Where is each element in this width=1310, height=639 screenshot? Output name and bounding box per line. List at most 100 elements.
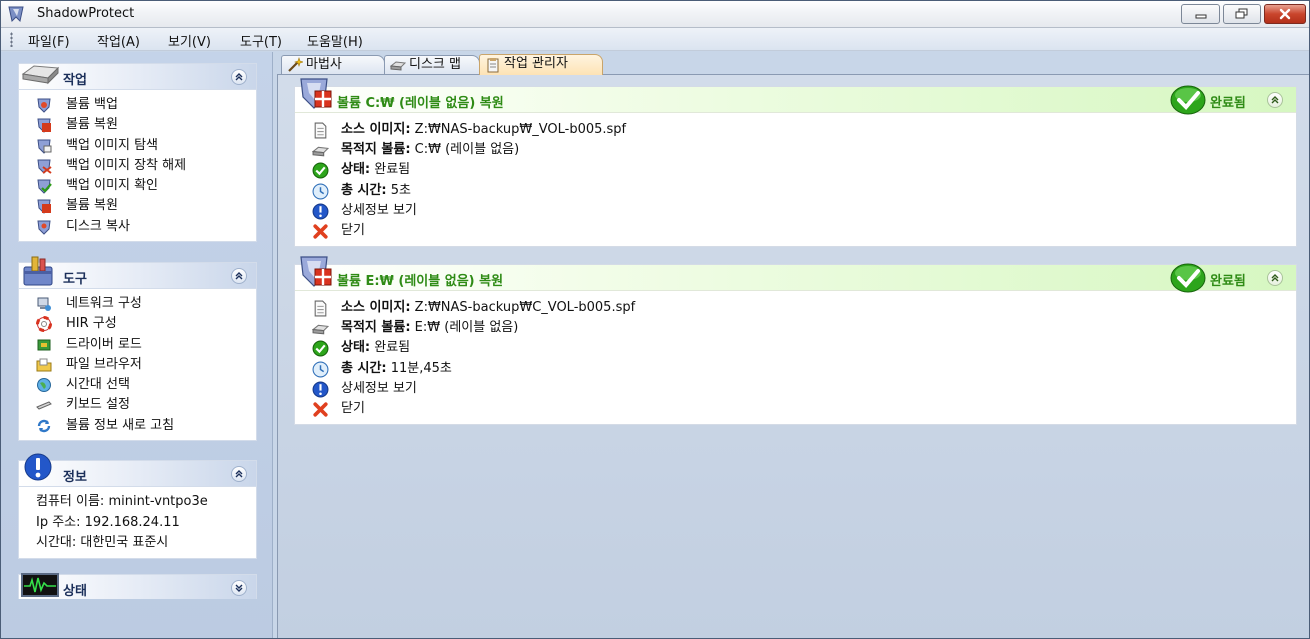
minimize-button[interactable]: [1181, 4, 1220, 24]
chevron-double-up-icon: [1271, 96, 1279, 104]
task-dismount-image[interactable]: 백업 이미지 장착 해제: [19, 156, 256, 176]
info-icon: [312, 203, 329, 220]
check-icon: [312, 162, 329, 179]
tools-panel-header[interactable]: 도구: [19, 256, 256, 289]
tools-panel-title: 도구: [63, 272, 87, 287]
status-panel-header[interactable]: 상태: [19, 573, 256, 599]
tool-network-config[interactable]: 네트워크 구성: [19, 294, 256, 314]
close-icon: [1279, 8, 1291, 20]
check-circle-icon: [1170, 263, 1206, 293]
job-close-link[interactable]: 닫기: [295, 399, 1296, 419]
disk-icon: [390, 61, 406, 71]
tasks-panel: 작업 볼륨 백업 볼륨 복원 백업 이미지 탐색 백업 이미지 장착 해제 백업…: [18, 63, 257, 243]
task-label: 볼륨 복원: [66, 198, 118, 214]
job-target-volume: 목적지 볼륨: C:₩ (레이블 없음): [295, 140, 1296, 160]
tab-strip: 마법사 디스크 맵 작업 관리자: [274, 52, 1309, 75]
job-collapse-button[interactable]: [1267, 92, 1283, 108]
tab-wizard[interactable]: 마법사: [281, 55, 385, 74]
close-window-button[interactable]: [1264, 4, 1306, 24]
job-target-volume: 목적지 볼륨: E:₩ (레이블 없음): [295, 318, 1296, 338]
disk-icon: [312, 324, 329, 335]
job-view-details-link[interactable]: 상세정보 보기: [295, 379, 1296, 399]
tab-label: 마법사: [306, 57, 342, 72]
task-label: 백업 이미지 확인: [66, 178, 158, 194]
toolbar-grip[interactable]: [10, 32, 13, 47]
tool-label: HIR 구성: [66, 316, 117, 332]
job-header[interactable]: 볼륨 C:₩ (레이블 없음) 복원 완료됨: [295, 78, 1296, 115]
job-card: 볼륨 C:₩ (레이블 없음) 복원 완료됨 소스 이미지: Z:₩NAS-ba: [294, 78, 1297, 248]
tool-hir-config[interactable]: HIR 구성: [19, 314, 256, 334]
info-icon: [312, 381, 329, 398]
job-manager-content: 볼륨 C:₩ (레이블 없음) 복원 완료됨 소스 이미지: Z:₩NAS-ba: [277, 74, 1309, 638]
clock-icon: [312, 183, 329, 200]
app-window: ShadowProtect 파일(F) 작업(A) 보기(V) 도구(T) 도움…: [0, 0, 1310, 639]
shield-restore-icon: [37, 199, 51, 215]
job-source-image: 소스 이미지: Z:₩NAS-backup₩C_VOL-b005.spf: [295, 298, 1296, 318]
tool-refresh-volume-info[interactable]: 볼륨 정보 새로 고침: [19, 416, 256, 436]
job-details: 소스 이미지: Z:₩NAS-backup₩C_VOL-b005.spf 목적지…: [295, 291, 1296, 424]
chevron-double-up-icon: [235, 272, 243, 280]
task-volume-restore[interactable]: 볼륨 복원: [19, 115, 256, 135]
tool-label: 드라이버 로드: [66, 336, 142, 352]
job-source-image: 소스 이미지: Z:₩NAS-backup₩_VOL-b005.spf: [295, 120, 1296, 140]
info-collapse-button[interactable]: [231, 466, 247, 482]
network-computer-icon: [37, 297, 51, 311]
driver-chip-icon: [37, 339, 51, 351]
chevron-double-down-icon: [235, 584, 243, 592]
folder-icon: [36, 358, 52, 372]
time-zone: 시간대: 대한민국 표준시: [36, 535, 169, 550]
shield-explore-icon: [37, 139, 52, 154]
source-image-label: 소스 이미지:: [341, 122, 411, 137]
job-state: 상태: 완료됨: [295, 338, 1296, 358]
check-icon: [312, 340, 329, 357]
shield-backup-icon: [37, 98, 51, 113]
task-verify-image[interactable]: 백업 이미지 확인: [19, 176, 256, 196]
tools-collapse-button[interactable]: [231, 268, 247, 284]
state-label: 상태:: [341, 340, 371, 356]
tool-label: 키보드 설정: [66, 397, 130, 413]
job-state: 상태: 완료됨: [295, 160, 1296, 180]
task-disk-copy[interactable]: 디스크 복사: [19, 217, 256, 237]
shield-restore-icon: [300, 256, 332, 287]
tab-disk-map[interactable]: 디스크 맵: [384, 55, 480, 74]
task-volume-restore-2[interactable]: 볼륨 복원: [19, 196, 256, 216]
status-panel: 상태: [18, 573, 257, 599]
state-label: 상태:: [341, 162, 371, 178]
task-label: 디스크 복사: [66, 218, 130, 234]
target-volume-value: C:₩ (레이블 없음): [414, 142, 520, 158]
tool-label: 시간대 선택: [66, 377, 130, 393]
tool-keyboard-settings[interactable]: 키보드 설정: [19, 395, 256, 415]
menu-view[interactable]: 보기(V): [168, 31, 211, 50]
tasks-collapse-button[interactable]: [231, 69, 247, 85]
tasks-panel-header[interactable]: 작업: [19, 64, 256, 90]
target-volume-label: 목적지 볼륨:: [341, 320, 411, 336]
total-time-value: 5초: [390, 182, 411, 198]
document-icon: [314, 300, 327, 317]
view-details-label: 상세정보 보기: [341, 202, 417, 218]
menu-file[interactable]: 파일(F): [28, 31, 70, 50]
tool-file-browser[interactable]: 파일 브라우저: [19, 355, 256, 375]
task-volume-backup[interactable]: 볼륨 백업: [19, 95, 256, 115]
task-explore-image[interactable]: 백업 이미지 탐색: [19, 136, 256, 156]
job-collapse-button[interactable]: [1267, 270, 1283, 286]
shadowprotect-logo-icon: [8, 6, 24, 23]
job-close-link[interactable]: 닫기: [295, 221, 1296, 241]
tool-timezone-select[interactable]: 시간대 선택: [19, 375, 256, 395]
shield-copy-icon: [37, 220, 51, 235]
chevron-double-up-icon: [235, 73, 243, 81]
check-circle-icon: [1170, 85, 1206, 115]
tab-job-manager[interactable]: 작업 관리자: [479, 54, 603, 75]
restore-button[interactable]: [1223, 4, 1261, 24]
info-panel-header[interactable]: 정보: [19, 453, 256, 487]
menu-action[interactable]: 작업(A): [97, 31, 140, 50]
view-details-label: 상세정보 보기: [341, 380, 417, 396]
menu-tools[interactable]: 도구(T): [240, 31, 282, 50]
job-card: 볼륨 E:₩ (레이블 없음) 복원 완료됨 소스 이미지: Z:₩NAS-ba: [294, 256, 1297, 426]
disk-drive-icon: [21, 65, 60, 85]
job-view-details-link[interactable]: 상세정보 보기: [295, 201, 1296, 221]
job-header[interactable]: 볼륨 E:₩ (레이블 없음) 복원 완료됨: [295, 256, 1296, 293]
job-total-time: 총 시간: 5초: [295, 181, 1296, 201]
status-expand-button[interactable]: [231, 580, 247, 596]
menu-help[interactable]: 도움말(H): [307, 31, 363, 50]
tool-driver-load[interactable]: 드라이버 로드: [19, 335, 256, 355]
